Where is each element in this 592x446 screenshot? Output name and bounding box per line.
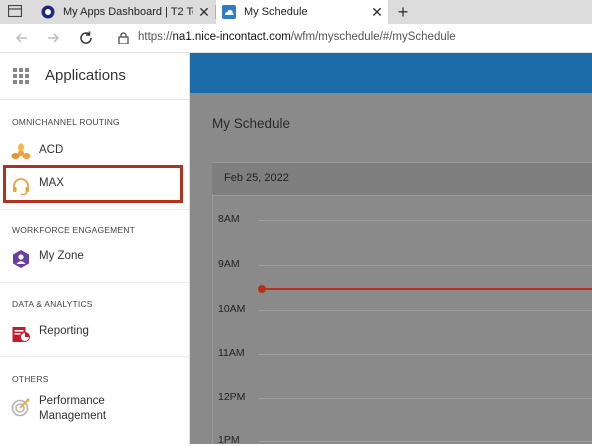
- page-title: My Schedule: [212, 116, 291, 131]
- address-bar: https://na1.nice-incontact.com/wfm/mysch…: [0, 24, 592, 53]
- sidebar-item-label: ACD: [39, 144, 64, 156]
- section-heading-workforce-engagement: WORKFORCE ENGAGEMENT: [12, 225, 136, 235]
- hour-label: 12PM: [218, 391, 246, 403]
- section-divider: [0, 282, 189, 283]
- url-host: na1.nice-incontact.com: [172, 31, 291, 43]
- section-divider: [0, 209, 189, 210]
- url-scheme: https://: [138, 31, 173, 43]
- sidebar-item-label: Reporting: [39, 325, 89, 337]
- forward-arrow-icon[interactable]: [44, 29, 62, 47]
- hour-gridline: [258, 441, 592, 442]
- tab-my-apps-dashboard[interactable]: My Apps Dashboard | T2 Tech Gr ✕: [35, 0, 215, 24]
- hour-label: 9AM: [218, 258, 240, 270]
- hour-label: 10AM: [218, 303, 246, 315]
- section-heading-others: OTHERS: [12, 374, 49, 384]
- sidebar-title: Applications: [45, 67, 126, 84]
- performance-icon: [11, 398, 30, 417]
- tab-label: My Apps Dashboard | T2 Tech Gr: [63, 6, 193, 18]
- refresh-icon[interactable]: [77, 29, 95, 47]
- url-field[interactable]: https://na1.nice-incontact.com/wfm/mysch…: [138, 31, 456, 43]
- back-arrow-icon[interactable]: [13, 29, 31, 47]
- hour-label: 1PM: [218, 434, 240, 446]
- hour-gridline: [258, 310, 592, 311]
- sidebar-item-label: My Zone: [39, 250, 84, 262]
- browser-tab-bar: My Apps Dashboard | T2 Tech Gr ✕ My Sche…: [0, 0, 592, 25]
- tab-my-schedule[interactable]: My Schedule ✕: [216, 0, 388, 24]
- acd-icon: [11, 143, 31, 159]
- sidebar-item-reporting[interactable]: Reporting: [0, 317, 189, 349]
- hour-gridline: [258, 354, 592, 355]
- sidebar-header: Applications: [0, 53, 189, 100]
- section-heading-data-analytics: DATA & ANALYTICS: [12, 299, 93, 309]
- hour-label: 11AM: [218, 347, 245, 359]
- my-zone-icon: [13, 250, 29, 268]
- current-time-line: [262, 288, 592, 290]
- section-heading-omnichannel-routing: OMNICHANNEL ROUTING: [12, 117, 120, 127]
- lock-icon[interactable]: [118, 32, 129, 44]
- sidebar-item-acd[interactable]: ACD: [0, 136, 189, 168]
- calendar-left-border: [212, 194, 213, 444]
- url-path: /wfm/myschedule/#/mySchedule: [290, 31, 456, 43]
- main-content-overlay[interactable]: My Schedule Feb 25, 2022 8AM 9AM 10AM 11…: [190, 53, 592, 446]
- top-banner: [190, 53, 592, 93]
- hour-gridline: [258, 265, 592, 266]
- sidebar-item-my-zone[interactable]: My Zone: [0, 242, 189, 274]
- max-highlight-box: [3, 165, 183, 203]
- hour-gridline: [258, 220, 592, 221]
- current-time-dot: [258, 285, 266, 293]
- sidebar-item-label: Performance Management: [39, 395, 107, 422]
- sidebar-item-performance-management[interactable]: Performance Management: [0, 392, 189, 432]
- tab-actions-icon[interactable]: [8, 5, 22, 17]
- section-divider: [0, 356, 189, 357]
- okta-icon: [41, 5, 55, 19]
- calendar-date: Feb 25, 2022: [224, 172, 289, 184]
- reporting-icon: [12, 327, 30, 342]
- app-grid-icon[interactable]: [13, 68, 29, 84]
- tab-label: My Schedule: [244, 6, 308, 18]
- applications-sidebar: Applications OMNICHANNEL ROUTING ACD MAX…: [0, 53, 190, 444]
- new-tab-icon[interactable]: +: [393, 1, 413, 23]
- cloud-icon: [222, 5, 236, 19]
- close-icon[interactable]: ✕: [366, 4, 388, 21]
- close-icon[interactable]: ✕: [193, 4, 215, 21]
- hour-label: 8AM: [218, 213, 240, 225]
- hour-gridline: [258, 398, 592, 399]
